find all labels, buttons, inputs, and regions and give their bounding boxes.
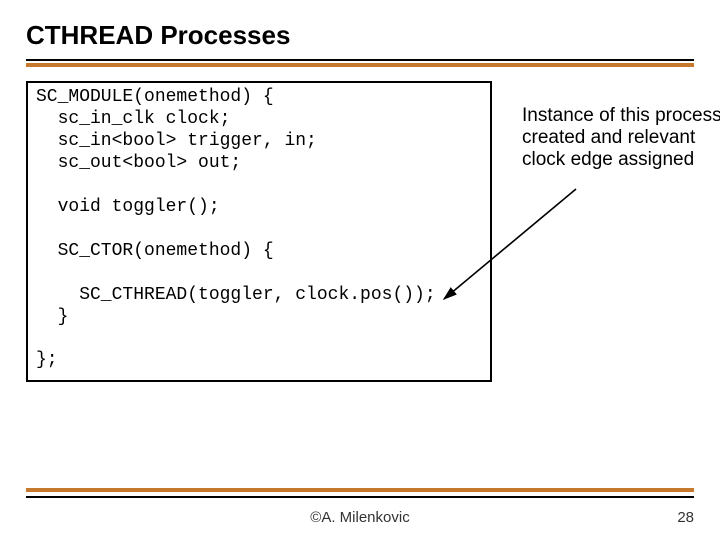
code-line: }	[36, 307, 68, 327]
slide: CTHREAD Processes SC_MODULE(onemethod) {…	[0, 0, 720, 540]
code-box: SC_MODULE(onemethod) { sc_in_clk clock; …	[26, 81, 492, 382]
code-line: void toggler();	[36, 197, 220, 217]
title-rule-accent	[26, 63, 694, 67]
code-line: };	[36, 350, 58, 370]
code-line: SC_CTOR(onemethod) {	[36, 241, 274, 261]
code-line: sc_out<bool> out;	[36, 153, 241, 173]
code-line: SC_CTHREAD(toggler, clock.pos());	[36, 285, 436, 305]
content-area: SC_MODULE(onemethod) { sc_in_clk clock; …	[26, 81, 694, 382]
footer-author: ©A. Milenkovic	[0, 509, 720, 526]
code-line: sc_in<bool> trigger, in;	[36, 131, 317, 151]
footer-page-number: 28	[677, 509, 694, 526]
slide-title: CTHREAD Processes	[26, 20, 694, 53]
footer-rule	[26, 496, 694, 498]
footer-rule-accent	[26, 488, 694, 492]
annotation-text: Instance of this process created and rel…	[522, 105, 720, 171]
code-line: SC_MODULE(onemethod) {	[36, 87, 274, 107]
code-line: sc_in_clk clock;	[36, 109, 230, 129]
title-rule	[26, 59, 694, 61]
